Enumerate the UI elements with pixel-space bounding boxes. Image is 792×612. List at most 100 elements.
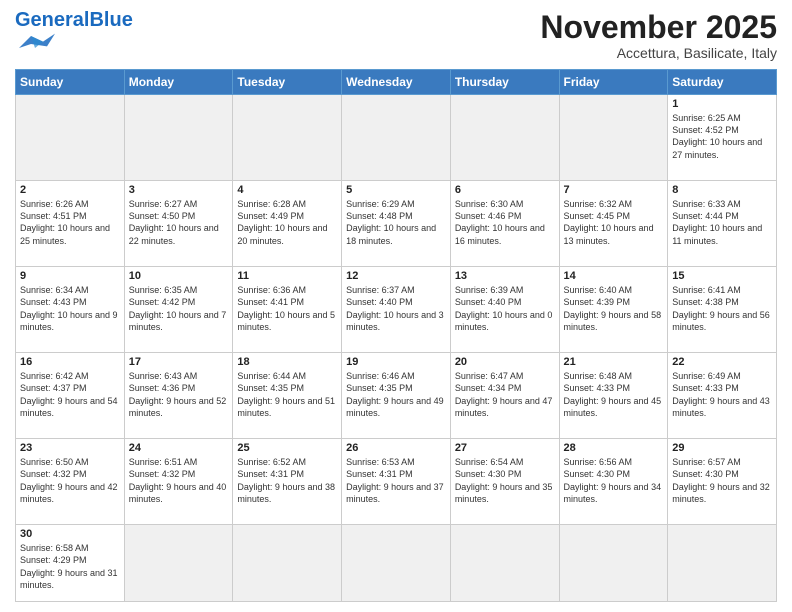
col-tuesday: Tuesday bbox=[233, 70, 342, 95]
day-number: 4 bbox=[237, 184, 337, 196]
logo-text: GeneralBlue bbox=[15, 10, 133, 30]
calendar-week-row: 1 Sunrise: 6:25 AMSunset: 4:52 PMDaylight… bbox=[16, 95, 777, 181]
day-info: Sunrise: 6:46 AMSunset: 4:35 PMDaylight:… bbox=[346, 370, 446, 419]
day-info: Sunrise: 6:47 AMSunset: 4:34 PMDaylight:… bbox=[455, 370, 555, 419]
day-info: Sunrise: 6:33 AMSunset: 4:44 PMDaylight:… bbox=[672, 198, 772, 247]
location: Accettura, Basilicate, Italy bbox=[540, 45, 777, 61]
day-info: Sunrise: 6:42 AMSunset: 4:37 PMDaylight:… bbox=[20, 370, 120, 419]
calendar-day-cell: 14Sunrise: 6:40 AMSunset: 4:39 PMDayligh… bbox=[559, 267, 668, 353]
day-number: 20 bbox=[455, 356, 555, 368]
calendar-week-row: 23 Sunrise: 6:50 AMSunset: 4:32 PMDayligh… bbox=[16, 439, 777, 525]
day-info: Sunrise: 6:50 AMSunset: 4:32 PMDaylight:… bbox=[20, 456, 120, 505]
calendar-day-cell: 9Sunrise: 6:34 AMSunset: 4:43 PMDaylight… bbox=[16, 267, 125, 353]
calendar-day-cell: 6 Sunrise: 6:30 AMSunset: 4:46 PMDaylight… bbox=[450, 181, 559, 267]
calendar-day-cell: 15 Sunrise: 6:41 AMSunset: 4:38 PMDayligh… bbox=[668, 267, 777, 353]
calendar-day-cell bbox=[559, 95, 668, 181]
calendar-day-cell: 27 Sunrise: 6:54 AMSunset: 4:30 PMDayligh… bbox=[450, 439, 559, 525]
day-number: 15 bbox=[672, 270, 772, 282]
day-number: 18 bbox=[237, 356, 337, 368]
day-info: Sunrise: 6:35 AMSunset: 4:42 PMDaylight:… bbox=[129, 284, 229, 333]
day-info: Sunrise: 6:52 AMSunset: 4:31 PMDaylight:… bbox=[237, 456, 337, 505]
day-number: 24 bbox=[129, 442, 229, 454]
day-number: 23 bbox=[20, 442, 120, 454]
calendar-day-cell: 16 Sunrise: 6:42 AMSunset: 4:37 PMDayligh… bbox=[16, 353, 125, 439]
day-number: 26 bbox=[346, 442, 446, 454]
col-saturday: Saturday bbox=[668, 70, 777, 95]
calendar-day-cell: 30 Sunrise: 6:58 AMSunset: 4:29 PMDayligh… bbox=[16, 525, 125, 602]
day-number: 3 bbox=[129, 184, 229, 196]
calendar-day-cell bbox=[233, 525, 342, 602]
day-info: Sunrise: 6:51 AMSunset: 4:32 PMDaylight:… bbox=[129, 456, 229, 505]
calendar-day-cell: 21Sunrise: 6:48 AMSunset: 4:33 PMDayligh… bbox=[559, 353, 668, 439]
day-number: 29 bbox=[672, 442, 772, 454]
calendar-day-cell bbox=[342, 525, 451, 602]
calendar-day-cell: 19 Sunrise: 6:46 AMSunset: 4:35 PMDayligh… bbox=[342, 353, 451, 439]
calendar-day-cell bbox=[124, 95, 233, 181]
calendar-day-cell: 11Sunrise: 6:36 AMSunset: 4:41 PMDayligh… bbox=[233, 267, 342, 353]
day-number: 2 bbox=[20, 184, 120, 196]
calendar-week-row: 30 Sunrise: 6:58 AMSunset: 4:29 PMDayligh… bbox=[16, 525, 777, 602]
day-info: Sunrise: 6:53 AMSunset: 4:31 PMDaylight:… bbox=[346, 456, 446, 505]
day-info: Sunrise: 6:43 AMSunset: 4:36 PMDaylight:… bbox=[129, 370, 229, 419]
calendar-week-row: 9Sunrise: 6:34 AMSunset: 4:43 PMDaylight… bbox=[16, 267, 777, 353]
calendar-day-cell: 1 Sunrise: 6:25 AMSunset: 4:52 PMDaylight… bbox=[668, 95, 777, 181]
day-info: Sunrise: 6:44 AMSunset: 4:35 PMDaylight:… bbox=[237, 370, 337, 419]
day-number: 16 bbox=[20, 356, 120, 368]
calendar-day-cell bbox=[559, 525, 668, 602]
header: GeneralBlue November 2025 Accettura, Bas… bbox=[15, 10, 777, 61]
col-sunday: Sunday bbox=[16, 70, 125, 95]
day-info: Sunrise: 6:56 AMSunset: 4:30 PMDaylight:… bbox=[564, 456, 664, 505]
day-info: Sunrise: 6:37 AMSunset: 4:40 PMDaylight:… bbox=[346, 284, 446, 333]
day-number: 8 bbox=[672, 184, 772, 196]
logo: GeneralBlue bbox=[15, 10, 133, 52]
calendar-header-row: Sunday Monday Tuesday Wednesday Thursday… bbox=[16, 70, 777, 95]
calendar-day-cell: 17Sunrise: 6:43 AMSunset: 4:36 PMDayligh… bbox=[124, 353, 233, 439]
day-info: Sunrise: 6:41 AMSunset: 4:38 PMDaylight:… bbox=[672, 284, 772, 333]
day-info: Sunrise: 6:39 AMSunset: 4:40 PMDaylight:… bbox=[455, 284, 555, 333]
calendar: Sunday Monday Tuesday Wednesday Thursday… bbox=[15, 69, 777, 602]
calendar-day-cell: 13Sunrise: 6:39 AMSunset: 4:40 PMDayligh… bbox=[450, 267, 559, 353]
calendar-day-cell: 10 Sunrise: 6:35 AMSunset: 4:42 PMDayligh… bbox=[124, 267, 233, 353]
day-number: 30 bbox=[20, 528, 120, 540]
calendar-day-cell bbox=[450, 95, 559, 181]
logo-blue: Blue bbox=[89, 9, 132, 31]
day-number: 25 bbox=[237, 442, 337, 454]
calendar-day-cell: 22Sunrise: 6:49 AMSunset: 4:33 PMDayligh… bbox=[668, 353, 777, 439]
logo-bird-icon bbox=[15, 32, 55, 52]
calendar-day-cell: 8 Sunrise: 6:33 AMSunset: 4:44 PMDaylight… bbox=[668, 181, 777, 267]
day-info: Sunrise: 6:34 AMSunset: 4:43 PMDaylight:… bbox=[20, 284, 120, 333]
day-number: 19 bbox=[346, 356, 446, 368]
calendar-day-cell: 4Sunrise: 6:28 AMSunset: 4:49 PMDaylight… bbox=[233, 181, 342, 267]
day-number: 28 bbox=[564, 442, 664, 454]
day-number: 12 bbox=[346, 270, 446, 282]
calendar-day-cell: 24 Sunrise: 6:51 AMSunset: 4:32 PMDayligh… bbox=[124, 439, 233, 525]
day-info: Sunrise: 6:48 AMSunset: 4:33 PMDaylight:… bbox=[564, 370, 664, 419]
calendar-day-cell: 29 Sunrise: 6:57 AMSunset: 4:30 PMDayligh… bbox=[668, 439, 777, 525]
calendar-day-cell: 3 Sunrise: 6:27 AMSunset: 4:50 PMDaylight… bbox=[124, 181, 233, 267]
col-wednesday: Wednesday bbox=[342, 70, 451, 95]
day-number: 10 bbox=[129, 270, 229, 282]
day-info: Sunrise: 6:58 AMSunset: 4:29 PMDaylight:… bbox=[20, 542, 120, 591]
day-info: Sunrise: 6:27 AMSunset: 4:50 PMDaylight:… bbox=[129, 198, 229, 247]
day-info: Sunrise: 6:54 AMSunset: 4:30 PMDaylight:… bbox=[455, 456, 555, 505]
calendar-day-cell: 23 Sunrise: 6:50 AMSunset: 4:32 PMDayligh… bbox=[16, 439, 125, 525]
day-info: Sunrise: 6:32 AMSunset: 4:45 PMDaylight:… bbox=[564, 198, 664, 247]
day-info: Sunrise: 6:25 AMSunset: 4:52 PMDaylight:… bbox=[672, 112, 772, 161]
calendar-week-row: 2Sunrise: 6:26 AMSunset: 4:51 PMDaylight… bbox=[16, 181, 777, 267]
calendar-day-cell: 18 Sunrise: 6:44 AMSunset: 4:35 PMDayligh… bbox=[233, 353, 342, 439]
calendar-day-cell: 12 Sunrise: 6:37 AMSunset: 4:40 PMDayligh… bbox=[342, 267, 451, 353]
day-info: Sunrise: 6:29 AMSunset: 4:48 PMDaylight:… bbox=[346, 198, 446, 247]
day-number: 1 bbox=[672, 98, 772, 110]
day-number: 27 bbox=[455, 442, 555, 454]
month-title: November 2025 bbox=[540, 10, 777, 45]
day-number: 7 bbox=[564, 184, 664, 196]
calendar-day-cell: 2Sunrise: 6:26 AMSunset: 4:51 PMDaylight… bbox=[16, 181, 125, 267]
calendar-day-cell: 5Sunrise: 6:29 AMSunset: 4:48 PMDaylight… bbox=[342, 181, 451, 267]
day-number: 6 bbox=[455, 184, 555, 196]
day-info: Sunrise: 6:40 AMSunset: 4:39 PMDaylight:… bbox=[564, 284, 664, 333]
page: GeneralBlue November 2025 Accettura, Bas… bbox=[0, 0, 792, 612]
day-info: Sunrise: 6:30 AMSunset: 4:46 PMDaylight:… bbox=[455, 198, 555, 247]
calendar-day-cell: 20 Sunrise: 6:47 AMSunset: 4:34 PMDayligh… bbox=[450, 353, 559, 439]
logo-general: General bbox=[15, 9, 89, 31]
day-info: Sunrise: 6:57 AMSunset: 4:30 PMDaylight:… bbox=[672, 456, 772, 505]
